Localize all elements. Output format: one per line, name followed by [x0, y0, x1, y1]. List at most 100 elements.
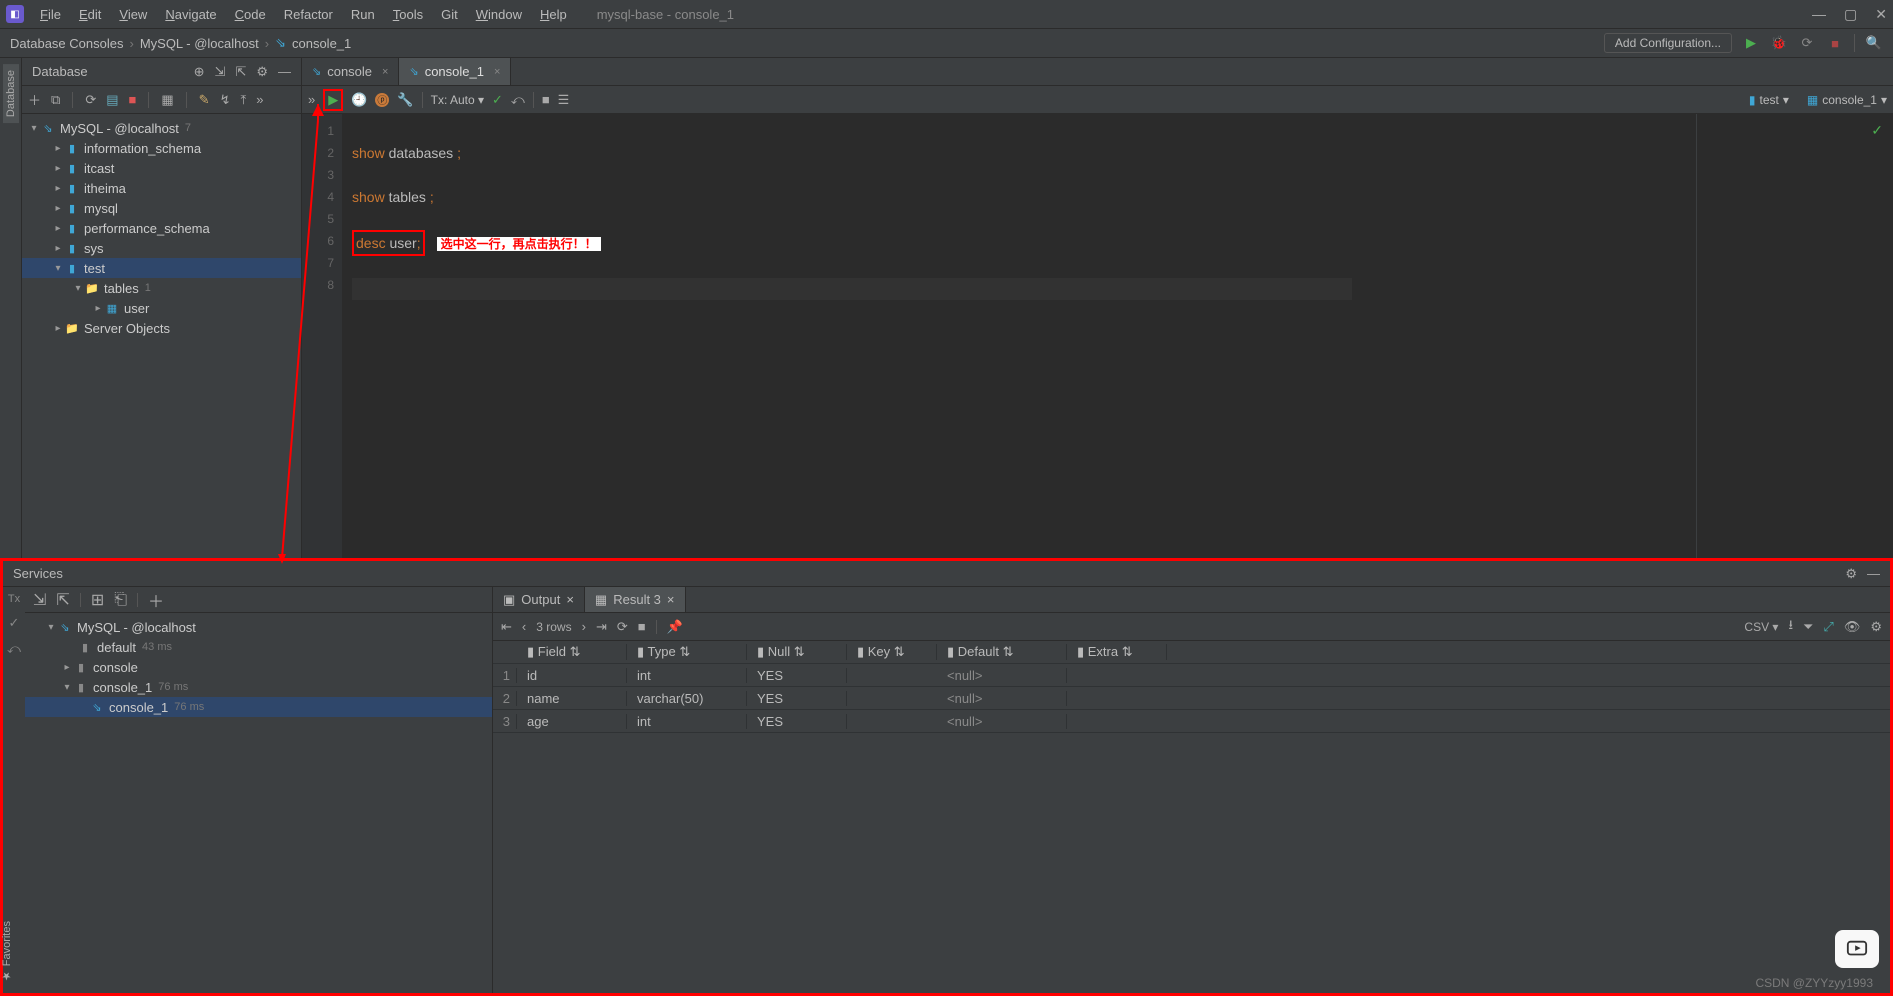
editor-tab-console_1[interactable]: ⇘console_1×: [399, 58, 511, 85]
add-icon[interactable]: ＋: [28, 90, 41, 109]
tab-output[interactable]: ▣Output×: [493, 587, 585, 612]
stop-icon[interactable]: ■: [638, 619, 646, 634]
layout-icon[interactable]: ☰: [558, 92, 570, 108]
hide-panel-icon[interactable]: —: [278, 64, 291, 80]
duplicate-icon[interactable]: ⧉: [51, 92, 60, 108]
table-row[interactable]: 2 name varchar(50) YES <null>: [493, 687, 1890, 710]
table-row[interactable]: 1 id int YES <null>: [493, 664, 1890, 687]
srv-node-console_1[interactable]: ▾▮console_176 ms: [25, 677, 492, 697]
hide-panel-icon[interactable]: —: [1867, 566, 1880, 582]
run-icon[interactable]: ▶: [1742, 34, 1760, 52]
close-icon[interactable]: ×: [667, 592, 675, 607]
tab-result[interactable]: ▦Result 3×: [585, 587, 686, 612]
target-icon[interactable]: ⊕: [194, 64, 205, 80]
filter-icon[interactable]: ▤: [106, 92, 118, 108]
menu-git[interactable]: Git: [433, 5, 466, 24]
tree-table-user[interactable]: ▸▦user: [22, 298, 301, 318]
window-maximize-icon[interactable]: ▢: [1844, 6, 1857, 23]
menu-code[interactable]: Code: [227, 5, 274, 24]
rollback-icon[interactable]: ⤺: [511, 92, 525, 108]
pin-icon[interactable]: 📌: [667, 619, 683, 635]
prev-page-icon[interactable]: ‹: [522, 619, 526, 634]
tree-schema-sys[interactable]: ▸▮sys: [22, 238, 301, 258]
next-page-icon[interactable]: ›: [582, 619, 586, 634]
commit-icon[interactable]: ✓: [9, 615, 20, 631]
session-schema[interactable]: ▮test ▾: [1749, 93, 1789, 107]
close-icon[interactable]: ×: [494, 66, 500, 78]
history-icon[interactable]: 🕘: [351, 92, 367, 108]
gear-icon[interactable]: ⚙: [256, 64, 268, 80]
filter-icon[interactable]: ⏷: [1803, 619, 1813, 635]
menu-edit[interactable]: Edit: [71, 5, 109, 24]
expand-icon[interactable]: ⇱: [56, 590, 69, 610]
tree-server-objects[interactable]: ▸📁Server Objects: [22, 318, 301, 338]
tree-schema-performance_schema[interactable]: ▸▮performance_schema: [22, 218, 301, 238]
add-icon[interactable]: ＋: [148, 588, 164, 612]
breadcrumb-file[interactable]: console_1: [292, 36, 351, 51]
tree-schema-information_schema[interactable]: ▸▮information_schema: [22, 138, 301, 158]
tool-tab-database[interactable]: Database: [3, 64, 19, 123]
code-area[interactable]: show databases ; show tables ; desc user…: [342, 114, 1362, 558]
menu-navigate[interactable]: Navigate: [157, 5, 224, 24]
first-page-icon[interactable]: ⇤: [501, 619, 512, 635]
video-play-overlay-icon[interactable]: [1835, 930, 1879, 968]
col-type[interactable]: ▮ Type ⇅: [627, 644, 747, 660]
tree-datasource[interactable]: ▾⇘ MySQL - @localhost7: [22, 118, 301, 138]
tree-schema-itcast[interactable]: ▸▮itcast: [22, 158, 301, 178]
table-icon[interactable]: ▦: [161, 92, 173, 108]
diff-icon[interactable]: ↯: [220, 92, 231, 108]
transpose-icon[interactable]: ⤢: [1823, 619, 1833, 635]
window-close-icon[interactable]: ✕: [1875, 6, 1887, 23]
srv-node-default[interactable]: ▮default43 ms: [25, 637, 492, 657]
grid-icon[interactable]: ⊞: [91, 590, 104, 610]
eye-icon[interactable]: 👁: [1844, 619, 1861, 635]
search-icon[interactable]: 🔍: [1865, 34, 1883, 52]
download-icon[interactable]: ⭳: [1788, 616, 1793, 638]
debug-icon[interactable]: 🐞: [1770, 34, 1788, 52]
col-field[interactable]: ▮ Field ⇅: [517, 644, 627, 660]
refresh-icon[interactable]: ⟳: [617, 619, 628, 635]
menu-view[interactable]: View: [111, 5, 155, 24]
tree-schema-itheima[interactable]: ▸▮itheima: [22, 178, 301, 198]
col-extra[interactable]: ▮ Extra ⇅: [1067, 644, 1167, 660]
tree-schema-mysql[interactable]: ▸▮mysql: [22, 198, 301, 218]
collapse-icon[interactable]: ⇲: [33, 590, 46, 610]
stop-icon[interactable]: ■: [129, 92, 137, 107]
tree-tables-folder[interactable]: ▾📁tables1: [22, 278, 301, 298]
export-format-dropdown[interactable]: CSV ▾: [1744, 620, 1778, 634]
close-icon[interactable]: ×: [566, 592, 574, 607]
srv-node-console_1-sub[interactable]: ⇘console_176 ms: [25, 697, 492, 717]
tool-tab-favorites[interactable]: ★ Favorites: [0, 917, 22, 986]
execute-button[interactable]: ▶: [323, 89, 343, 111]
col-null[interactable]: ▮ Null ⇅: [747, 644, 847, 660]
refresh-icon[interactable]: ⟳: [85, 92, 96, 108]
gear-icon[interactable]: ⚙: [1845, 566, 1857, 582]
last-page-icon[interactable]: ⇥: [596, 619, 607, 635]
add-configuration-button[interactable]: Add Configuration...: [1604, 33, 1732, 53]
settings-icon[interactable]: ⚙: [1870, 619, 1882, 635]
tx-mode-dropdown[interactable]: Tx: Auto ▾: [431, 93, 484, 107]
breadcrumb-root[interactable]: Database Consoles: [10, 36, 123, 51]
result-grid[interactable]: ▮ Field ⇅ ▮ Type ⇅ ▮ Null ⇅ ▮ Key ⇅ ▮ De…: [493, 641, 1890, 993]
menu-run[interactable]: Run: [343, 5, 383, 24]
edit-icon[interactable]: ✎: [199, 92, 210, 108]
services-tree[interactable]: ▾⇘MySQL - @localhost ▮default43 ms ▸▮con…: [25, 613, 492, 993]
editor-tab-console[interactable]: ⇘console×: [302, 58, 399, 85]
col-key[interactable]: ▮ Key ⇅: [847, 644, 937, 660]
menu-help[interactable]: Help: [532, 5, 575, 24]
code-editor[interactable]: ✓ 12345678 show databases ; show tables …: [302, 114, 1893, 558]
session-console[interactable]: ▦console_1 ▾: [1807, 93, 1887, 107]
menu-window[interactable]: Window: [468, 5, 530, 24]
srv-node-datasource[interactable]: ▾⇘MySQL - @localhost: [25, 617, 492, 637]
commit-icon[interactable]: ✓: [492, 92, 503, 108]
menu-file[interactable]: FFileile: [32, 5, 69, 24]
col-default[interactable]: ▮ Default ⇅: [937, 644, 1067, 660]
breadcrumb-datasource[interactable]: MySQL - @localhost: [140, 36, 259, 51]
tree-schema-test[interactable]: ▾▮test: [22, 258, 301, 278]
menu-refactor[interactable]: Refactor: [276, 5, 341, 24]
stop-icon[interactable]: ■: [542, 92, 550, 107]
collapse-icon[interactable]: ⇲: [215, 64, 226, 80]
window-minimize-icon[interactable]: —: [1812, 6, 1826, 23]
more-icon[interactable]: »: [308, 92, 315, 107]
expand-icon[interactable]: ⇱: [235, 64, 246, 80]
